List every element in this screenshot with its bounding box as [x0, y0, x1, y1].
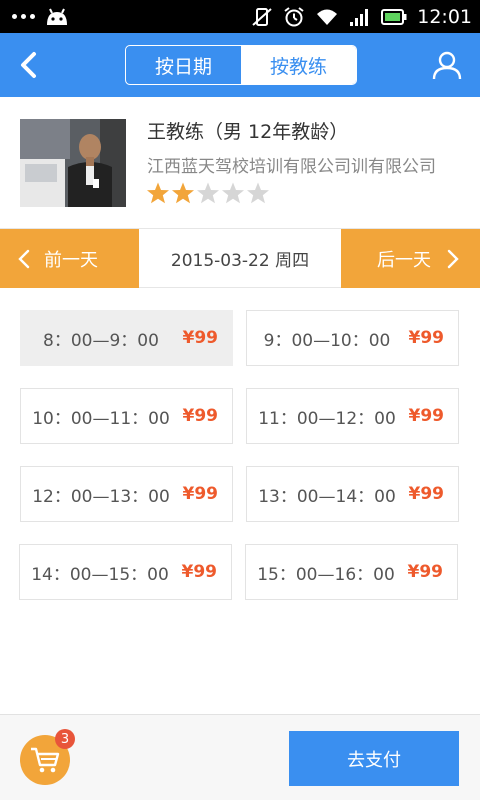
slot-price: ¥99 [181, 562, 218, 582]
star-empty-icon [197, 182, 219, 204]
slot-time: 15：00—16：00 [257, 564, 395, 585]
slot-time: 10：00—11：00 [32, 408, 170, 429]
view-mode-segmented-control: 按日期 按教练 [125, 45, 357, 85]
status-bar: 12:01 [0, 0, 480, 33]
back-chevron-icon[interactable] [14, 49, 46, 81]
date-navigator: 前一天 2015-03-22 周四 后一天 [0, 228, 480, 288]
time-slot[interactable]: 9：00—10：00 ¥99 [246, 310, 459, 366]
time-slot[interactable]: 15：00—16：00 ¥99 [245, 544, 458, 600]
time-slot[interactable]: 11：00—12：00 ¥99 [246, 388, 459, 444]
signal-icon [350, 8, 369, 26]
chevron-left-icon [18, 249, 30, 268]
slot-price: ¥99 [408, 484, 445, 504]
battery-icon [381, 8, 407, 25]
android-icon [47, 8, 67, 25]
tab-by-date[interactable]: 按日期 [126, 46, 241, 84]
slot-price: ¥99 [408, 406, 445, 426]
notification-dots-icon [12, 14, 35, 19]
alarm-icon [284, 6, 304, 26]
slot-price: ¥99 [182, 328, 219, 348]
nav-bar: 按日期 按教练 [0, 33, 480, 97]
tab-by-coach[interactable]: 按教练 [241, 46, 356, 84]
coach-name: 王教练（男 12年教龄） [147, 121, 349, 143]
time-slot[interactable]: 12：00—13：00 ¥99 [20, 466, 233, 522]
current-date: 2015-03-22 周四 [170, 251, 310, 271]
status-time: 12:01 [417, 5, 472, 28]
time-slot[interactable]: 13：00—14：00 ¥99 [246, 466, 459, 522]
star-empty-icon [247, 182, 269, 204]
previous-day-button[interactable]: 前一天 [0, 229, 139, 288]
slot-price: ¥99 [407, 562, 444, 582]
time-slot[interactable]: 10：00—11：00 ¥99 [20, 388, 233, 444]
slot-price: ¥99 [182, 406, 219, 426]
slot-time: 13：00—14：00 [258, 486, 396, 507]
time-slot[interactable]: 8：00—9：00 ¥99 [20, 310, 233, 366]
coach-photo [20, 119, 126, 207]
coach-school: 江西蓝天驾校培训有限公司训有限公司 [147, 157, 436, 177]
pay-button[interactable]: 去支付 [289, 731, 459, 786]
slot-price: ¥99 [408, 328, 445, 348]
slot-time: 8：00—9：00 [43, 330, 159, 351]
previous-day-label: 前一天 [44, 249, 98, 271]
time-slot[interactable]: 14：00—15：00 ¥99 [19, 544, 232, 600]
vibrate-off-icon [252, 7, 272, 26]
slot-time: 14：00—15：00 [31, 564, 169, 585]
coach-rating [146, 181, 270, 205]
star-empty-icon [222, 182, 244, 204]
slot-time: 11：00—12：00 [258, 408, 396, 429]
cart-count-badge: 3 [55, 729, 75, 749]
star-filled-icon [172, 182, 194, 204]
slot-price: ¥99 [182, 484, 219, 504]
shopping-cart-icon [31, 747, 60, 773]
star-filled-icon [147, 182, 169, 204]
slot-time: 12：00—13：00 [32, 486, 170, 507]
checkout-bar: 3 去支付 [0, 714, 480, 800]
next-day-button[interactable]: 后一天 [341, 229, 480, 288]
wifi-icon [317, 9, 338, 25]
next-day-label: 后一天 [377, 249, 431, 271]
slot-time: 9：00—10：00 [263, 330, 391, 351]
coach-info-panel: 王教练（男 12年教龄） 江西蓝天驾校培训有限公司训有限公司 [0, 97, 480, 228]
chevron-right-icon [447, 249, 459, 268]
user-profile-icon[interactable] [432, 50, 462, 80]
